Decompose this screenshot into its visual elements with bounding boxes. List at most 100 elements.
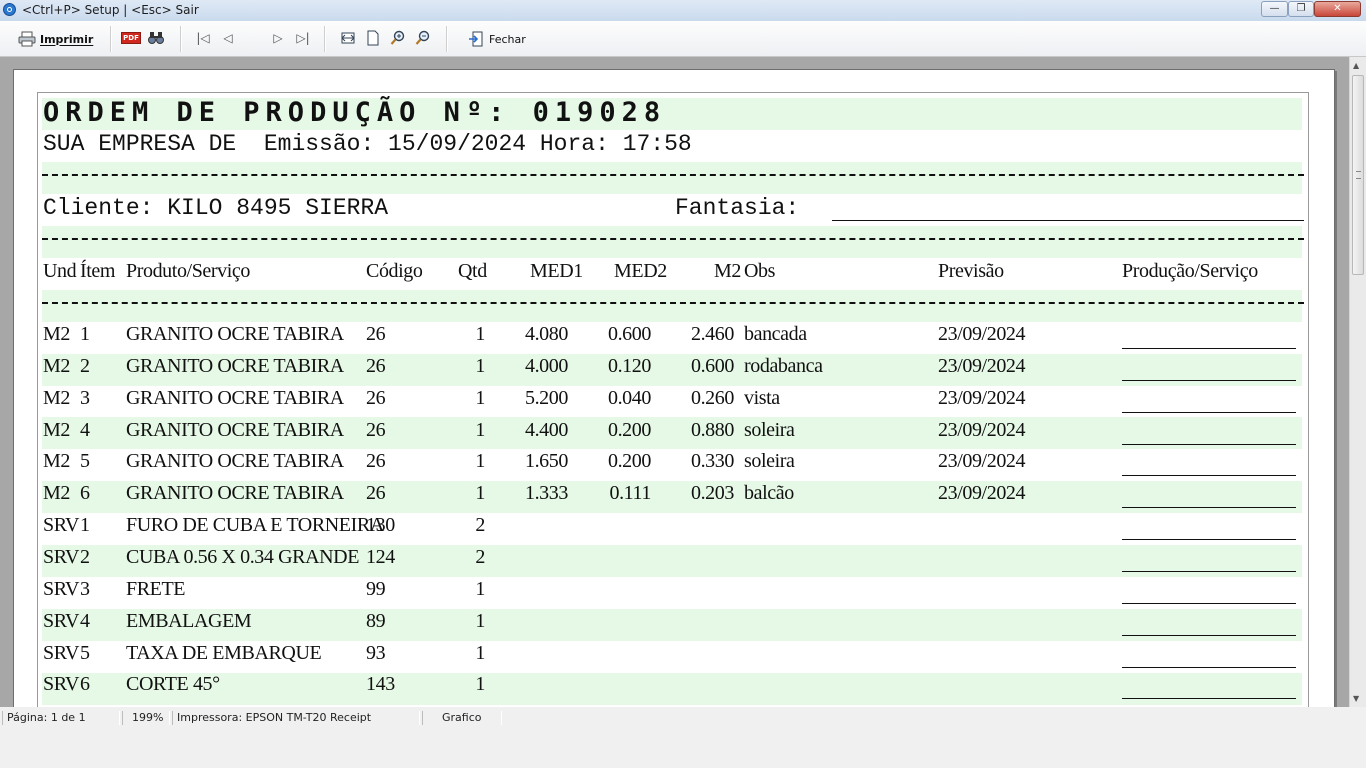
- cell-und: M2: [43, 386, 70, 409]
- cell-med2: 0.600: [607, 323, 651, 345]
- toolbar-separator: [324, 26, 326, 52]
- cell-item: 3: [80, 386, 90, 409]
- cell-produto: GRANITO OCRE TABIRA: [126, 450, 344, 473]
- production-signature-line: [1122, 634, 1296, 636]
- status-bar: Página: 1 de 1 199% Impressora: EPSON TM…: [0, 709, 1366, 728]
- cell-item: 5: [80, 450, 90, 473]
- zoom-in-button[interactable]: [390, 30, 406, 46]
- cell-und: M2: [43, 354, 70, 377]
- cell-med2: 0.040: [607, 386, 651, 409]
- next-page-button[interactable]: ▷: [270, 30, 286, 46]
- page-width-button[interactable]: [340, 30, 356, 46]
- first-page-button[interactable]: |◁: [195, 30, 211, 46]
- column-header-codigo: Código: [366, 260, 423, 282]
- close-preview-button[interactable]: Fechar: [468, 29, 526, 49]
- client-line: Cliente: KILO 8495 SIERRA: [43, 195, 389, 221]
- cell-m2: 0.330: [690, 450, 734, 473]
- production-signature-line: [1122, 379, 1296, 381]
- dash-line: [42, 302, 1304, 304]
- cell-item: 6: [80, 482, 90, 505]
- whole-page-button[interactable]: [365, 30, 381, 46]
- cell-obs: bancada: [744, 323, 807, 345]
- grip-icon: [1356, 171, 1361, 179]
- status-zoom: 199%: [122, 711, 170, 725]
- vertical-scrollbar[interactable]: ▲ ▼: [1349, 57, 1366, 707]
- cell-obs: soleira: [744, 418, 795, 441]
- scroll-down-icon[interactable]: ▼: [1353, 694, 1359, 703]
- cell-codigo: 26: [366, 418, 386, 441]
- cell-qtd: 1: [475, 577, 485, 600]
- cell-codigo: 26: [366, 323, 386, 345]
- report-title: ORDEM DE PRODUÇÃO Nº: 019028: [43, 97, 667, 128]
- production-signature-line: [1122, 539, 1296, 541]
- close-window-button[interactable]: ✕: [1314, 1, 1361, 17]
- dash-line: [42, 174, 1304, 176]
- fantasia-label: Fantasia:: [675, 195, 800, 221]
- status-printer: Impressora: EPSON TM-T20 Receipt: [172, 711, 420, 725]
- cell-item: 4: [80, 418, 90, 441]
- cell-produto: GRANITO OCRE TABIRA: [126, 482, 344, 505]
- app-icon: [3, 3, 16, 16]
- cell-med1: 1.650: [524, 450, 568, 473]
- cell-qtd: 1: [475, 354, 485, 377]
- cell-m2: 0.600: [690, 354, 734, 377]
- minimize-button[interactable]: —: [1261, 1, 1288, 17]
- cell-m2: 0.203: [690, 482, 734, 505]
- maximize-button[interactable]: ❐: [1288, 1, 1314, 17]
- status-page: Página: 1 de 1: [2, 711, 120, 725]
- cell-codigo: 89: [366, 609, 386, 632]
- find-button[interactable]: [148, 30, 164, 46]
- cell-previsao: 23/09/2024: [938, 482, 1026, 505]
- print-label: Imprimir: [40, 32, 94, 46]
- cell-med1: 1.333: [524, 482, 568, 505]
- cell-codigo: 99: [366, 577, 386, 600]
- last-page-button[interactable]: ▷|: [295, 30, 311, 46]
- previous-page-button[interactable]: ◁: [220, 30, 236, 46]
- pdf-icon: PDF: [121, 32, 141, 44]
- exit-door-icon: [469, 31, 483, 47]
- cell-med2: 0.111: [609, 482, 651, 505]
- production-signature-line: [1122, 570, 1296, 572]
- page-width-icon: [341, 32, 355, 44]
- toolbar: Imprimir PDF |◁ ◁ ▷ ▷| Fechar: [0, 21, 1366, 57]
- cell-item: 1: [80, 514, 90, 537]
- cell-med1: 4.000: [524, 354, 568, 377]
- cell-produto: GRANITO OCRE TABIRA: [126, 323, 344, 345]
- cell-produto: FURO DE CUBA E TORNEIRA: [126, 514, 384, 537]
- cell-produto: FRETE: [126, 577, 186, 600]
- band: [42, 226, 1302, 258]
- cell-qtd: 2: [475, 545, 485, 568]
- cell-item: 3: [80, 577, 90, 600]
- last-page-icon: ▷|: [296, 31, 310, 45]
- cell-qtd: 1: [475, 609, 485, 632]
- zoom-out-button[interactable]: [415, 30, 431, 46]
- print-button[interactable]: Imprimir: [18, 29, 93, 49]
- company-line: SUA EMPRESA DE Emissão: 15/09/2024 Hora:…: [43, 131, 692, 157]
- cell-previsao: 23/09/2024: [938, 323, 1026, 345]
- column-header-und: Und: [43, 260, 77, 282]
- fantasia-blank-line: [832, 220, 1304, 221]
- cell-obs: rodabanca: [744, 354, 823, 377]
- column-header-obs: Obs: [744, 260, 776, 282]
- status-mode: Grafico: [422, 711, 502, 725]
- cell-qtd: 1: [475, 386, 485, 409]
- column-header-qtd: Qtd: [458, 260, 487, 282]
- scroll-up-icon[interactable]: ▲: [1353, 61, 1359, 70]
- cell-und: SRV: [43, 545, 80, 568]
- cell-med1: 4.400: [524, 418, 568, 441]
- production-signature-line: [1122, 475, 1296, 477]
- export-pdf-button[interactable]: PDF: [121, 30, 141, 46]
- cell-previsao: 23/09/2024: [938, 418, 1026, 441]
- report-viewport[interactable]: ORDEM DE PRODUÇÃO Nº: 019028 SUA EMPRESA…: [0, 57, 1349, 707]
- scrollbar-thumb[interactable]: [1352, 75, 1364, 275]
- column-header-previsao: Previsão: [938, 260, 1004, 282]
- cell-qtd: 1: [475, 673, 485, 696]
- cell-qtd: 1: [475, 323, 485, 345]
- cell-med1: 5.200: [524, 386, 568, 409]
- cell-med2: 0.200: [607, 450, 651, 473]
- cell-und: SRV: [43, 673, 80, 696]
- column-header-item: Ítem: [80, 260, 116, 282]
- cell-obs: vista: [744, 386, 780, 409]
- cell-codigo: 93: [366, 641, 386, 664]
- cell-und: SRV: [43, 577, 80, 600]
